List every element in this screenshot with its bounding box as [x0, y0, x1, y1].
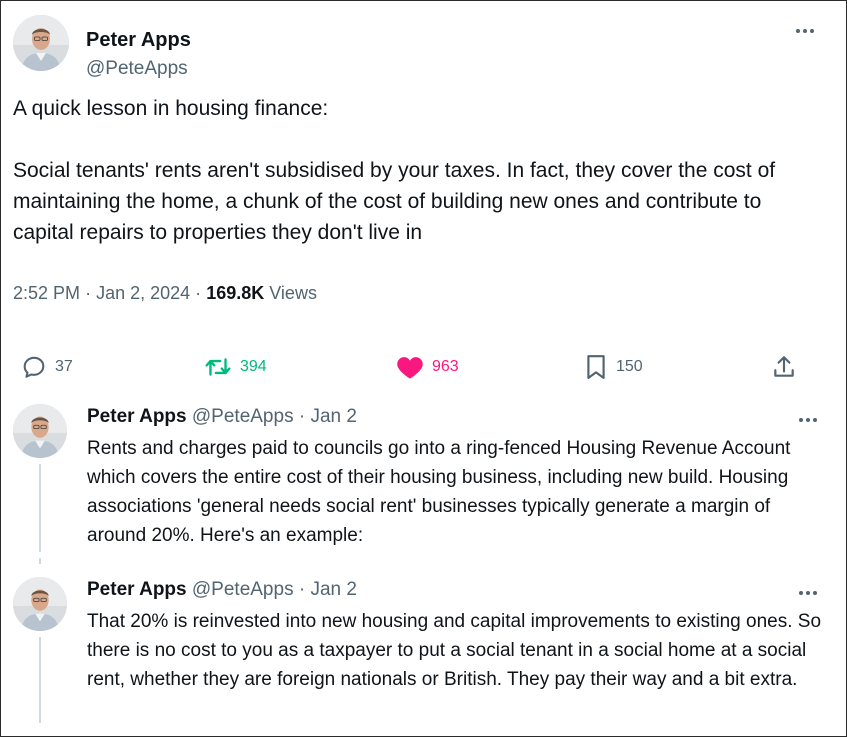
author-handle[interactable]: @PeteApps	[192, 579, 294, 600]
like-button[interactable]: 963	[396, 351, 459, 383]
author-handle[interactable]: @PeteApps	[192, 406, 294, 427]
author-name[interactable]: Peter Apps	[86, 29, 191, 52]
avatar[interactable]	[13, 577, 67, 631]
avatar[interactable]	[13, 404, 67, 458]
author-name[interactable]: Peter Apps	[87, 579, 187, 600]
meta-separator: ·	[195, 283, 202, 303]
reply-text: That 20% is reinvested into new housing …	[87, 611, 822, 690]
heart-icon	[397, 357, 423, 379]
tweet-thread: Peter Apps @PeteApps A quick lesson in h…	[0, 0, 847, 737]
meta-separator: ·	[298, 579, 306, 600]
reply-header: Peter Apps @PeteApps · Jan 2	[87, 406, 357, 428]
reply-date[interactable]: Jan 2	[310, 406, 356, 427]
reply-tweet[interactable]: Peter Apps @PeteApps · Jan 2 Rents and c…	[1, 404, 847, 564]
reply-date[interactable]: Jan 2	[310, 579, 356, 600]
retweet-button[interactable]: 394	[204, 351, 267, 383]
tweet-text: A quick lesson in housing finance: Socia…	[13, 97, 776, 244]
more-icon[interactable]	[796, 585, 820, 601]
reply-button[interactable]: 37	[21, 351, 73, 383]
more-icon[interactable]	[793, 21, 817, 41]
bookmark-button[interactable]: 150	[584, 351, 643, 383]
action-bar: 37 394 963 150	[1, 351, 847, 383]
views-label: Views	[269, 283, 317, 303]
main-tweet-header: Peter Apps @PeteApps	[13, 13, 833, 79]
tweet-date[interactable]: Jan 2, 2024	[96, 283, 190, 303]
avatar[interactable]	[13, 15, 69, 71]
reply-tweet[interactable]: Peter Apps @PeteApps · Jan 2 That 20% is…	[1, 577, 847, 727]
reply-text: Rents and charges paid to councils go in…	[87, 438, 791, 546]
retweet-count: 394	[240, 358, 267, 375]
share-icon	[774, 356, 794, 377]
author-handle[interactable]: @PeteApps	[86, 58, 188, 80]
retweet-icon	[205, 358, 231, 376]
reply-header: Peter Apps @PeteApps · Jan 2	[87, 579, 357, 601]
share-button[interactable]	[771, 351, 797, 383]
reply-count: 37	[55, 358, 73, 375]
thread-line	[39, 637, 41, 723]
avatar-image	[13, 404, 67, 458]
avatar-image	[13, 15, 69, 71]
more-icon[interactable]	[796, 412, 820, 428]
views-count: 169.8K	[206, 283, 265, 303]
thread-line	[39, 558, 41, 564]
thread-line	[39, 464, 41, 552]
bookmark-count: 150	[616, 358, 643, 375]
meta-separator: ·	[298, 406, 306, 427]
author-name[interactable]: Peter Apps	[87, 406, 187, 427]
tweet-time[interactable]: 2:52 PM	[13, 283, 80, 303]
like-count: 963	[432, 358, 459, 375]
reply-icon	[23, 356, 45, 378]
tweet-meta: 2:52 PM · Jan 2, 2024 · 169.8K Views	[13, 283, 317, 304]
bookmark-icon	[587, 355, 605, 379]
meta-separator: ·	[85, 283, 92, 303]
avatar-image	[13, 577, 67, 631]
